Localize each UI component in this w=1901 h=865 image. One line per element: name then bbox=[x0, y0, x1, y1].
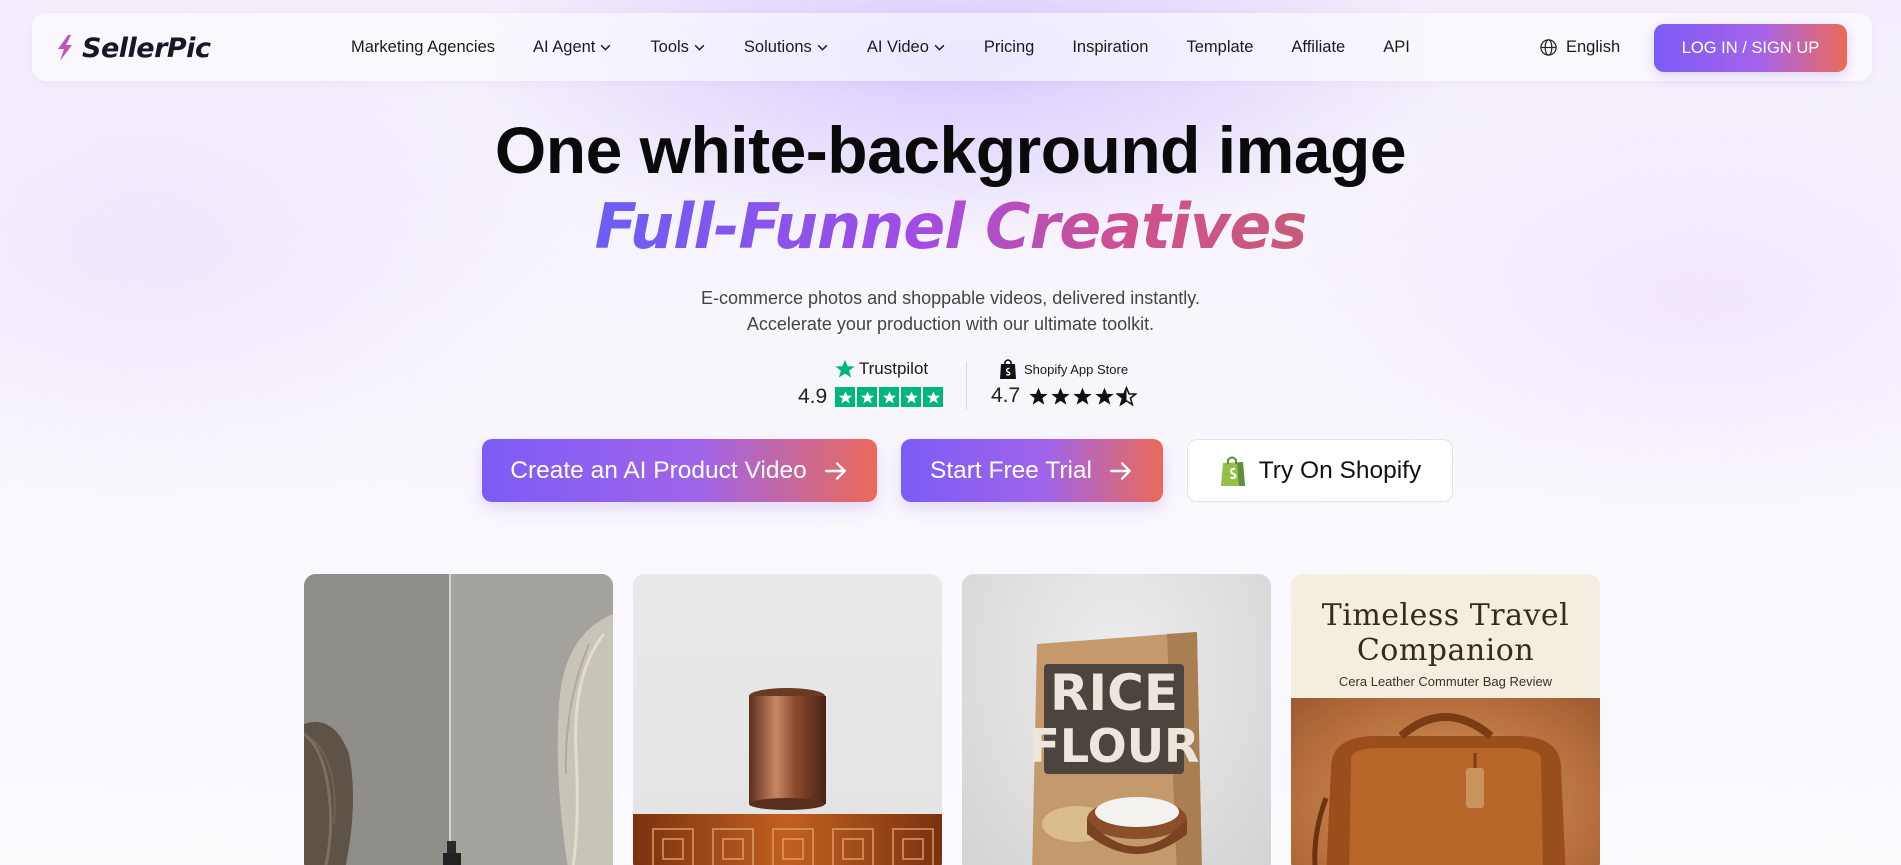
nav-item-label: Solutions bbox=[743, 37, 812, 56]
travel-title-line: Timeless Travel bbox=[1321, 598, 1570, 633]
top-navbar: SellerPic Marketing Agencies AI Agent To… bbox=[32, 13, 1872, 81]
chevron-down-icon bbox=[694, 44, 705, 51]
chevron-down-icon bbox=[934, 44, 945, 51]
nav-item-ai-video[interactable]: AI Video bbox=[867, 38, 946, 57]
nav-item-tools[interactable]: Tools bbox=[650, 38, 706, 57]
star-icon bbox=[1051, 387, 1070, 405]
language-label: English bbox=[1566, 37, 1621, 56]
start-free-trial-button[interactable]: Start Free Trial bbox=[901, 439, 1163, 502]
nav-item-pricing[interactable]: Pricing bbox=[984, 38, 1034, 57]
arrow-right-icon bbox=[824, 461, 846, 480]
hair-model-image bbox=[304, 574, 613, 865]
sellerpic-logo-icon bbox=[58, 35, 72, 61]
showcase-card-rice-flour[interactable]: RICE FLOUR bbox=[962, 574, 1271, 865]
button-label: Try On Shopify bbox=[1258, 456, 1422, 484]
half-star-icon bbox=[1116, 385, 1138, 406]
showcase-card-hair[interactable] bbox=[304, 574, 613, 865]
showcase-card-perfume[interactable] bbox=[633, 574, 942, 865]
shopify-header: Shopify App Store bbox=[998, 358, 1137, 380]
leather-bag-illustration bbox=[1312, 713, 1566, 865]
hero-description-line: Accelerate your production with our ulti… bbox=[746, 314, 1155, 334]
shopify-bag-icon bbox=[1000, 359, 1016, 379]
shopify-logo-icon bbox=[1220, 456, 1245, 486]
arrow-right-icon bbox=[1110, 461, 1131, 480]
nav-item-api[interactable]: API bbox=[1383, 38, 1410, 57]
nav-item-label: AI Agent bbox=[533, 37, 596, 56]
showcase-card-travel-bag[interactable]: Timeless Travel Companion Cera Leather C… bbox=[1291, 574, 1600, 865]
button-label: Start Free Trial bbox=[929, 456, 1092, 484]
shopify-stars bbox=[1028, 385, 1138, 407]
nav-item-template[interactable]: Template bbox=[1186, 38, 1253, 57]
star-icon bbox=[1073, 387, 1092, 405]
star-icon bbox=[835, 387, 856, 407]
shopify-store-name: Shopify App Store bbox=[1024, 361, 1129, 377]
hero-description: E-commerce photos and shoppable videos, … bbox=[0, 285, 1901, 337]
nav-item-affiliate[interactable]: Affiliate bbox=[1291, 38, 1345, 57]
language-selector[interactable]: English bbox=[1539, 13, 1620, 81]
login-signup-button[interactable]: LOG IN / SIGN UP bbox=[1654, 24, 1847, 72]
nav-item-label: Template bbox=[1186, 37, 1254, 56]
trustpilot-score: 4.9 bbox=[798, 385, 828, 408]
shopify-app-store-rating[interactable]: Shopify App Store 4.7 bbox=[991, 358, 1138, 408]
star-icon bbox=[857, 387, 878, 407]
nav-item-label: Marketing Agencies bbox=[351, 37, 495, 56]
shopify-score-row: 4.7 bbox=[991, 384, 1138, 408]
nav-item-label: Pricing bbox=[983, 37, 1035, 56]
hero-title: One white-background image bbox=[494, 113, 1407, 187]
star-icon bbox=[879, 387, 900, 407]
nav-item-label: AI Video bbox=[866, 37, 929, 56]
trustpilot-header: Trustpilot bbox=[818, 358, 944, 380]
nav-item-marketing-agencies[interactable]: Marketing Agencies bbox=[351, 38, 495, 57]
travel-title-line: Companion bbox=[1356, 633, 1535, 668]
create-ai-product-video-button[interactable]: Create an AI Product Video bbox=[482, 439, 877, 502]
try-on-shopify-button[interactable]: Try On Shopify bbox=[1187, 439, 1453, 502]
trustpilot-score-row: 4.9 bbox=[798, 385, 944, 409]
star-icon bbox=[1095, 387, 1114, 405]
nav-item-solutions[interactable]: Solutions bbox=[744, 38, 829, 57]
nav-links: Marketing Agencies AI Agent Tools Soluti… bbox=[351, 13, 1448, 81]
rice-flour-bag-image: RICE FLOUR bbox=[1029, 632, 1202, 865]
trustpilot-star-icon bbox=[835, 359, 855, 378]
nav-item-label: Tools bbox=[650, 37, 689, 56]
globe-icon bbox=[1540, 38, 1557, 56]
trustpilot-stars bbox=[835, 387, 944, 407]
hero-subtitle-text: Full-Funnel Creatives bbox=[594, 190, 1308, 263]
nav-item-inspiration[interactable]: Inspiration bbox=[1072, 38, 1148, 57]
flour-label: FLOUR bbox=[1029, 719, 1200, 773]
perfume-bottle-image bbox=[633, 688, 942, 865]
star-icon bbox=[1029, 387, 1048, 405]
logo[interactable]: SellerPic bbox=[54, 32, 211, 64]
rice-label: RICE bbox=[1050, 664, 1178, 722]
star-icon bbox=[901, 387, 922, 407]
trustpilot-name: Trustpilot bbox=[858, 359, 929, 378]
button-label: Create an AI Product Video bbox=[510, 456, 807, 484]
chevron-down-icon bbox=[817, 44, 828, 51]
star-icon bbox=[923, 387, 944, 407]
shopify-score: 4.7 bbox=[991, 384, 1021, 407]
hero-description-line: E-commerce photos and shoppable videos, … bbox=[701, 288, 1200, 308]
hero-subtitle: Full-Funnel Creatives bbox=[0, 190, 1901, 263]
travel-card-title: Timeless Travel Companion bbox=[1291, 598, 1600, 668]
travel-card-subtitle: Cera Leather Commuter Bag Review bbox=[1338, 674, 1553, 689]
rating-divider bbox=[966, 362, 967, 410]
logo-text: SellerPic bbox=[82, 32, 211, 64]
nav-item-ai-agent[interactable]: AI Agent bbox=[533, 38, 612, 57]
nav-item-label: Affiliate bbox=[1291, 37, 1346, 56]
nav-item-label: API bbox=[1383, 37, 1410, 56]
chevron-down-icon bbox=[601, 44, 611, 51]
trustpilot-rating[interactable]: Trustpilot 4.9 bbox=[798, 358, 944, 409]
leather-bag-image bbox=[1291, 698, 1600, 865]
nav-item-label: Inspiration bbox=[1072, 37, 1149, 56]
